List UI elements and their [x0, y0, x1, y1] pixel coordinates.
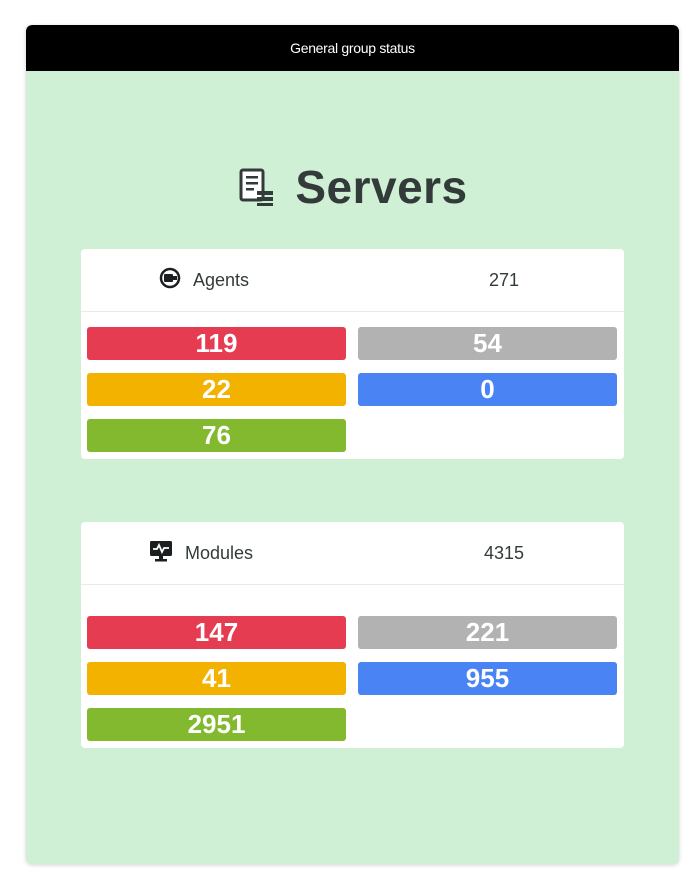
modules-label-wrap[interactable]: Modules	[149, 522, 253, 584]
panel-title: General group status	[290, 40, 415, 56]
modules-card: Modules 4315 147 221 41 955 2951	[81, 522, 624, 748]
modules-critical-bar[interactable]: 147	[87, 616, 346, 649]
group-title-text: Servers	[295, 161, 468, 213]
agents-unknown-bar[interactable]: 54	[358, 327, 617, 360]
panel-header: General group status	[26, 25, 679, 71]
agent-plug-icon	[159, 267, 181, 294]
modules-unknown-bar[interactable]: 221	[358, 616, 617, 649]
modules-not-init-bar[interactable]: 955	[358, 662, 617, 695]
modules-card-header: Modules 4315	[81, 522, 624, 585]
modules-total: 4315	[483, 542, 524, 563]
agents-card: Agents 271 119 54 22 0 76	[81, 249, 624, 459]
agents-label-wrap[interactable]: Agents	[159, 249, 249, 311]
server-icon	[237, 167, 277, 207]
group-title: Servers	[26, 160, 679, 214]
agents-total: 271	[488, 269, 519, 290]
modules-normal-bar[interactable]: 2951	[87, 708, 346, 741]
agents-card-header: Agents 271	[81, 249, 624, 312]
module-monitor-icon	[149, 540, 173, 567]
agents-label: Agents	[193, 269, 250, 290]
modules-warning-bar[interactable]: 41	[87, 662, 346, 695]
agents-normal-bar[interactable]: 76	[87, 419, 346, 452]
agents-critical-bar[interactable]: 119	[87, 327, 346, 360]
agents-warning-bar[interactable]: 22	[87, 373, 346, 406]
agents-not-init-bar[interactable]: 0	[358, 373, 617, 406]
group-status-panel: General group status Servers Agents 271 …	[26, 25, 679, 864]
modules-label: Modules	[185, 542, 254, 563]
